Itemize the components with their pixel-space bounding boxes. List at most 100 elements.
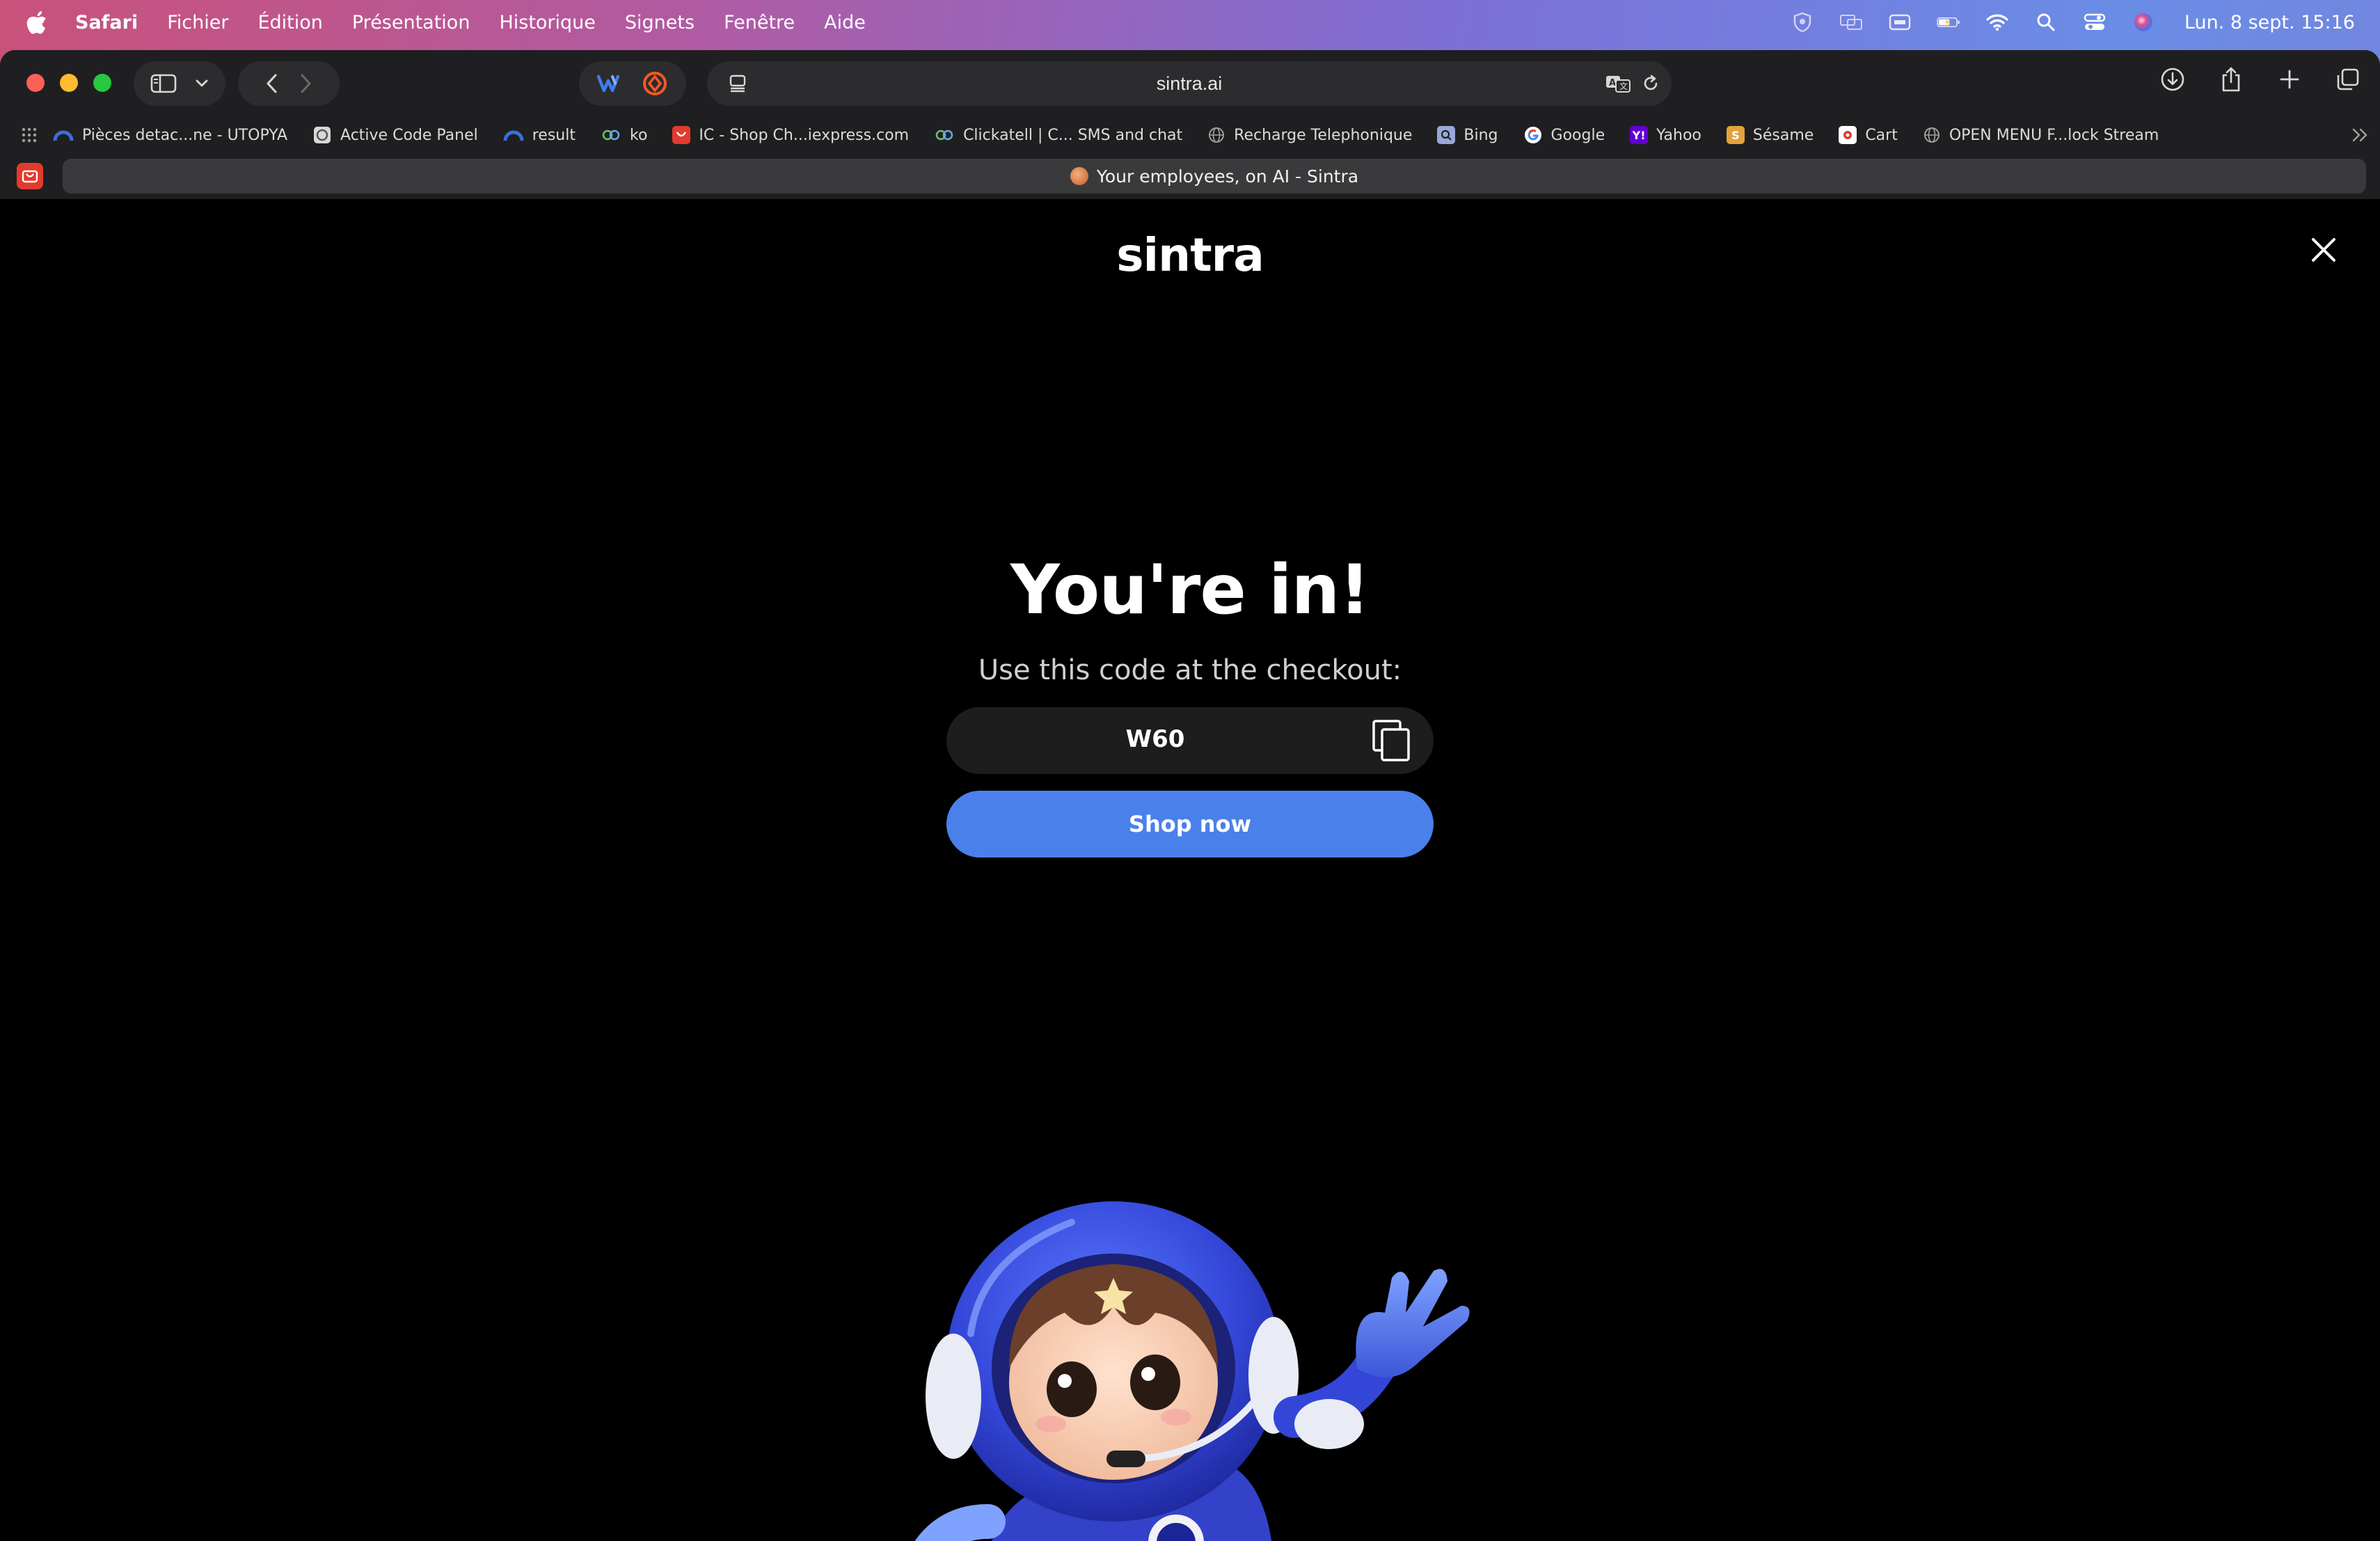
favorite-ko[interactable]: ko <box>601 127 647 144</box>
globe-icon <box>1923 127 1939 143</box>
globe-icon <box>1209 127 1225 143</box>
favorite-active-code-panel[interactable]: Active Code Panel <box>312 125 478 145</box>
copy-icon[interactable] <box>1368 717 1415 764</box>
favorite-bing[interactable]: Bing <box>1437 126 1498 144</box>
search-icon[interactable] <box>2034 13 2058 32</box>
safari-toolbar: sintra.ai A文 <box>0 50 2380 117</box>
battery-charging-icon[interactable] <box>1937 13 1960 32</box>
tab-overview-icon[interactable] <box>2334 65 2362 93</box>
extensions-group <box>579 61 686 106</box>
tab-title: Your employees, on AI - Sintra <box>1096 166 1359 187</box>
favorites-bar: Pièces detac...ne - UTOPYA Active Code P… <box>0 117 2380 153</box>
yahoo-icon: Y! <box>1630 126 1649 144</box>
tab-sintra[interactable]: Your employees, on AI - Sintra <box>63 159 2366 193</box>
aliexpress-icon <box>22 170 38 183</box>
favorite-result[interactable]: result <box>503 127 576 144</box>
cart-icon <box>1839 126 1857 144</box>
more-favorites-icon[interactable] <box>2351 127 2370 143</box>
favorite-open-menu[interactable]: OPEN MENU F...lock Stream <box>1923 126 2159 144</box>
menubar-clock[interactable]: Lun. 8 sept. 15:16 <box>2184 12 2355 33</box>
favorite-label: Active Code Panel <box>340 126 478 144</box>
sesame-icon: S <box>1726 126 1745 144</box>
fullscreen-window-button[interactable] <box>93 74 111 92</box>
grid-icon[interactable] <box>21 127 38 143</box>
link-icon <box>935 129 953 141</box>
aliexpress-icon <box>672 126 691 144</box>
favorite-label: OPEN MENU F...lock Stream <box>1949 126 2159 144</box>
close-window-button[interactable] <box>26 74 45 92</box>
shield-icon[interactable] <box>1791 12 1814 33</box>
favorite-aliexpress[interactable]: IC - Shop Ch...iexpress.com <box>672 126 909 144</box>
favorite-cart[interactable]: Cart <box>1839 126 1898 144</box>
sidebar-toggle-button[interactable] <box>134 61 225 106</box>
navigation-buttons <box>238 61 340 106</box>
siri-icon[interactable] <box>2132 13 2155 32</box>
translate-icon[interactable]: A文 <box>1605 74 1631 93</box>
favorite-utopya[interactable]: Pièces detac...ne - UTOPYA <box>53 127 287 144</box>
shop-now-button[interactable]: Shop now <box>946 791 1434 858</box>
w-extension-icon[interactable] <box>597 74 624 93</box>
utopya-icon <box>53 130 74 141</box>
menu-presentation[interactable]: Présentation <box>352 12 470 33</box>
favorite-label: Recharge Telephonique <box>1234 126 1413 144</box>
window-controls <box>26 74 111 92</box>
svg-text:A: A <box>1609 78 1616 88</box>
minimize-window-button[interactable] <box>60 74 78 92</box>
favorite-label: Clickatell | C... SMS and chat <box>963 126 1183 144</box>
svg-text:文: 文 <box>1619 81 1628 91</box>
menu-fichier[interactable]: Fichier <box>167 12 228 33</box>
promo-code[interactable]: W60 <box>946 725 1364 753</box>
promo-code-box: W60 <box>946 707 1434 774</box>
favorite-google[interactable]: Google <box>1523 125 1605 145</box>
chevron-down-icon <box>196 79 208 87</box>
favorite-recharge[interactable]: Recharge Telephonique <box>1207 126 1412 144</box>
menu-historique[interactable]: Historique <box>499 12 595 33</box>
menu-aide[interactable]: Aide <box>824 12 866 33</box>
favorite-clickatell[interactable]: Clickatell | C... SMS and chat <box>934 127 1182 144</box>
reload-icon[interactable] <box>1641 74 1660 93</box>
page-title: You're in! <box>1010 551 1370 630</box>
forward-chevron-icon[interactable] <box>298 72 313 95</box>
link-icon <box>602 129 620 141</box>
favorite-label: Cart <box>1865 126 1898 144</box>
utopya-icon <box>503 130 524 141</box>
downloads-icon[interactable] <box>2159 65 2187 93</box>
sidebar-icon <box>150 74 177 93</box>
checkout-instruction: Use this code at the checkout: <box>978 654 1402 686</box>
new-tab-icon[interactable] <box>2276 65 2303 93</box>
safari-window: sintra.ai A文 Pièces detac...ne - UTOPYA … <box>0 50 2380 1541</box>
favorite-label: IC - Shop Ch...iexpress.com <box>699 126 910 144</box>
pinned-tab-aliexpress[interactable] <box>17 163 43 189</box>
apple-icon[interactable] <box>26 10 47 34</box>
menu-app-name[interactable]: Safari <box>75 12 138 33</box>
favorite-label: Pièces detac...ne - UTOPYA <box>82 126 288 144</box>
orange-extension-icon[interactable] <box>642 70 668 97</box>
address-url[interactable]: sintra.ai <box>707 73 1672 95</box>
wifi-icon[interactable] <box>1985 13 2009 32</box>
menubar: Safari Fichier Édition Présentation Hist… <box>0 0 2380 45</box>
astronaut-mascot-illustration <box>914 1201 1470 1541</box>
share-icon[interactable] <box>2217 65 2245 93</box>
favorite-label: Sésame <box>1752 126 1814 144</box>
menu-edition[interactable]: Édition <box>257 12 322 33</box>
bing-icon <box>1437 126 1456 144</box>
caption-icon[interactable] <box>1888 13 1912 32</box>
screen-mirror-icon[interactable] <box>1839 13 1863 32</box>
toolbar-right-actions <box>2159 65 2362 93</box>
address-bar[interactable]: sintra.ai A文 <box>707 61 1672 106</box>
control-center-icon[interactable] <box>2083 13 2107 32</box>
favorite-sesame[interactable]: S Sésame <box>1726 126 1814 144</box>
sintra-logo[interactable]: sintra <box>1113 228 1267 282</box>
tab-bar: Your employees, on AI - Sintra <box>0 153 2380 199</box>
sintra-favicon <box>1070 167 1088 185</box>
google-icon <box>1524 127 1541 143</box>
panel-icon <box>314 127 331 143</box>
back-chevron-icon[interactable] <box>264 72 280 95</box>
favorite-label: ko <box>630 126 648 144</box>
favorite-label: Yahoo <box>1656 126 1701 144</box>
favorite-label: Google <box>1550 126 1605 144</box>
menu-signets[interactable]: Signets <box>625 12 695 33</box>
menu-fenetre[interactable]: Fenêtre <box>724 12 795 33</box>
close-icon[interactable] <box>2309 235 2338 264</box>
favorite-yahoo[interactable]: Y! Yahoo <box>1630 126 1701 144</box>
